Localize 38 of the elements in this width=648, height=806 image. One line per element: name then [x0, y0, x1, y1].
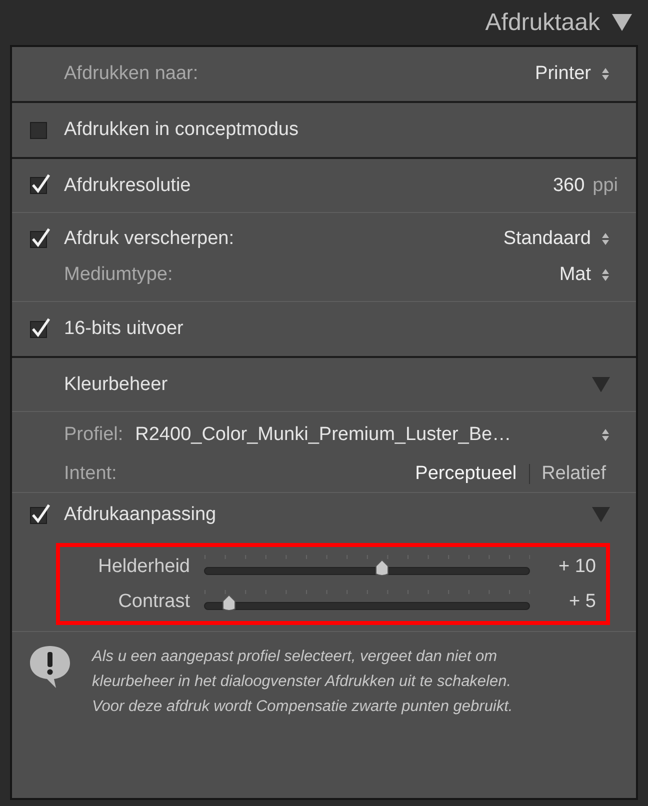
- checkbox-label: Afdrukresolutie: [64, 174, 191, 196]
- resolution-value[interactable]: 360: [552, 174, 585, 196]
- stepper-icon: [601, 232, 610, 246]
- intent-option[interactable]: Relatief: [530, 463, 618, 485]
- slider-track[interactable]: [204, 602, 530, 610]
- sharpen-dropdown[interactable]: Standaard: [503, 228, 610, 250]
- media-type-dropdown[interactable]: Mat: [559, 264, 610, 286]
- slider-label: Contrast: [117, 590, 190, 612]
- print-to-dropdown[interactable]: Printer: [535, 63, 610, 85]
- field-label: Profiel:: [64, 424, 124, 446]
- slider-value: + 5: [568, 590, 596, 612]
- slider-thumb[interactable]: [372, 558, 391, 576]
- checkbox-label: Afdrukken in conceptmodus: [64, 119, 298, 141]
- unit-label: ppi: [592, 174, 618, 196]
- stepper-icon: [601, 428, 610, 442]
- field-label: Mediumtype:: [64, 264, 173, 286]
- stepper-icon: [601, 67, 610, 81]
- checkbox-label: Afdruk verscherpen:: [64, 228, 234, 250]
- slider-track[interactable]: [204, 566, 530, 574]
- profile-dropdown[interactable]: R2400_Color_Munki_Premium_Luster_Be…: [135, 424, 512, 446]
- checkbox[interactable]: [30, 172, 52, 194]
- slider-thumb[interactable]: [220, 594, 238, 612]
- stepper-icon: [601, 268, 610, 282]
- checkbox-label: Afdrukaanpassing: [64, 504, 216, 526]
- info-note: Als u een aangepast profiel selecteert, vergeet dan niet om kleurbeheer in het dialoogvenster Afdrukken uit te schakelen. Voor deze afdruk wordt Compensatie zwarte punten gebruikt.: [92, 647, 513, 717]
- checkbox[interactable]: [30, 316, 52, 338]
- checkbox[interactable]: [30, 226, 52, 248]
- field-label: Intent:: [64, 463, 117, 485]
- panel-title: Afdruktaak: [485, 8, 600, 36]
- warning-bubble-icon: [28, 644, 72, 690]
- checkbox[interactable]: [30, 502, 52, 524]
- field-label: Afdrukken naar:: [64, 63, 198, 85]
- intent-option[interactable]: Perceptueel: [403, 463, 529, 485]
- section-title: Kleurbeheer: [64, 374, 168, 396]
- checkbox-label: 16-bits uitvoer: [64, 318, 184, 340]
- collapse-triangle-icon[interactable]: [612, 14, 632, 31]
- slider-value: + 10: [557, 556, 596, 578]
- slider-label: Helderheid: [97, 556, 190, 578]
